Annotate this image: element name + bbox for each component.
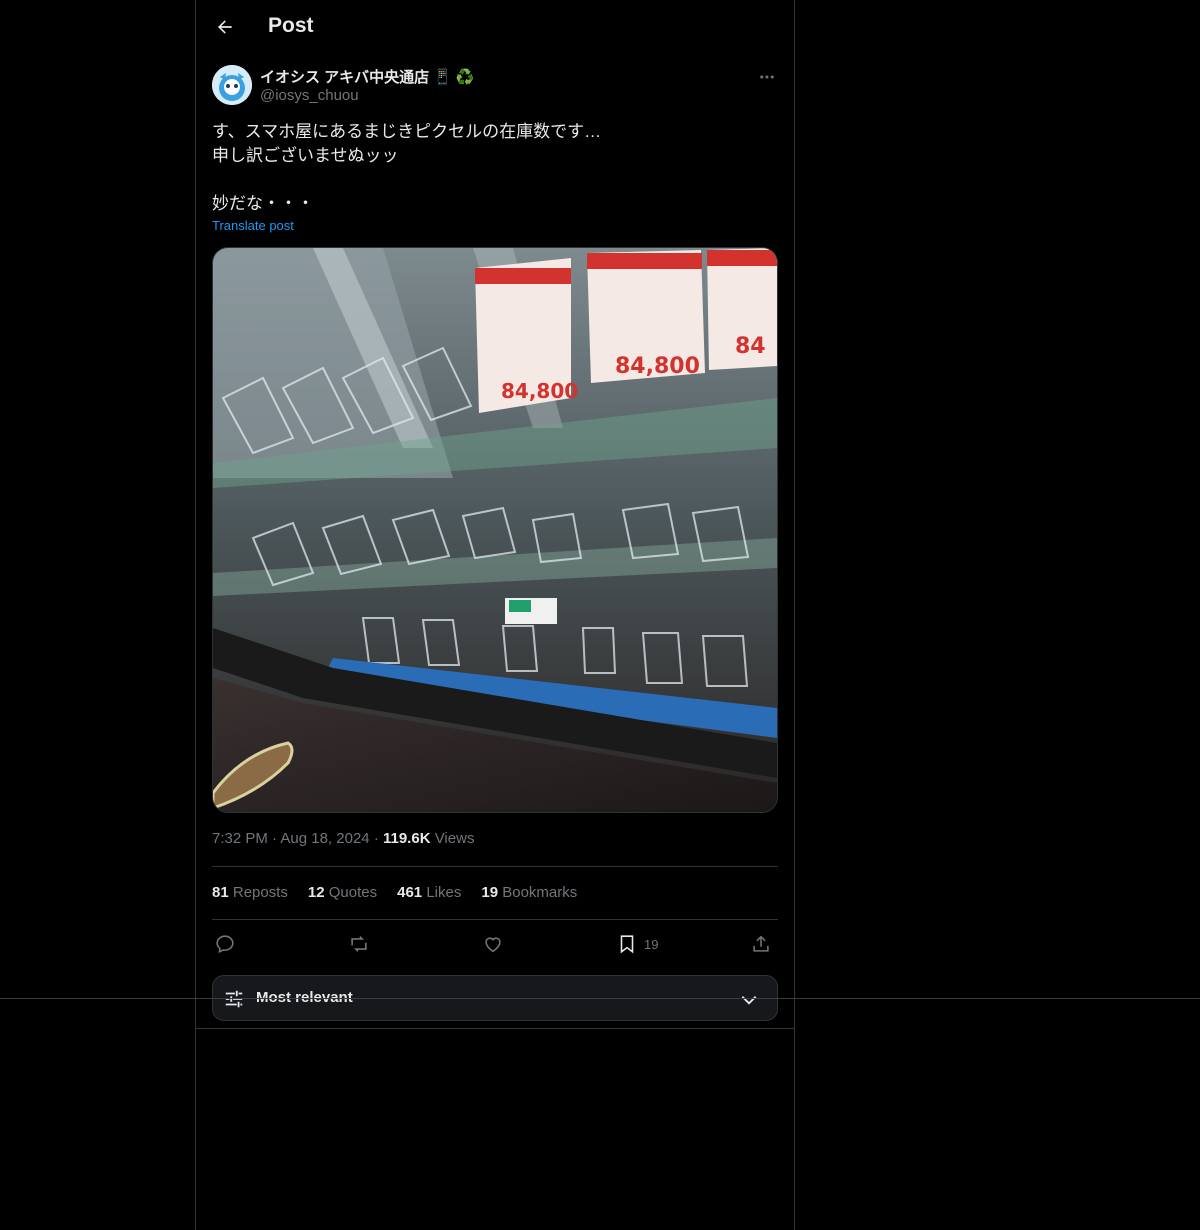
price-tag: 84,800	[475, 258, 578, 413]
price-tag: 84	[707, 248, 777, 370]
display-name[interactable]: イオシス アキバ中央通店 📱 ♻️	[260, 66, 475, 87]
repost-button[interactable]	[348, 930, 370, 958]
bookmark-count: 19	[644, 936, 659, 952]
overlay-guide-line	[0, 998, 1200, 999]
post-meta: 7:32 PM · Aug 18, 2024 · 119.6K Views	[212, 830, 474, 847]
post-actions: 19	[212, 930, 778, 958]
stat-label: Bookmarks	[502, 884, 578, 901]
repost-icon	[351, 936, 367, 952]
more-options-button[interactable]	[756, 66, 778, 88]
price-tag: 84,800	[587, 250, 705, 383]
like-button[interactable]	[482, 930, 504, 958]
divider	[196, 1028, 794, 1029]
photo-display-case-image: 84,800 84,800 84	[213, 248, 777, 812]
author-handle[interactable]: @iosys_chuou	[260, 87, 359, 104]
share-icon	[753, 935, 769, 952]
stat-label: Likes	[426, 884, 462, 901]
phone-emoji-icon: 📱	[433, 68, 452, 86]
avatar[interactable]	[212, 65, 252, 105]
recycle-emoji-icon: ♻️	[455, 68, 475, 86]
stat-label: Reposts	[232, 884, 288, 901]
sliders-icon	[225, 990, 243, 1008]
translate-post-link[interactable]: Translate post	[212, 218, 294, 233]
heart-icon	[485, 937, 501, 953]
bookmark-icon	[620, 935, 634, 954]
stat-label: Quotes	[328, 884, 378, 901]
back-button[interactable]	[210, 12, 240, 42]
bookmark-button[interactable]: 19	[616, 930, 658, 958]
stat-count: 12	[307, 884, 325, 901]
post-text: す、スマホ屋にあるまじきピクセルの在庫数です… 申し訳ございませぬッッ 妙だな・…	[212, 120, 778, 216]
top-bar: Post	[196, 0, 794, 54]
post-date[interactable]: Aug 18, 2024	[280, 830, 369, 847]
post-text-line: 妙だな・・・	[212, 194, 314, 213]
divider	[212, 919, 778, 920]
svg-text:84,800: 84,800	[501, 379, 578, 403]
svg-text:84,800: 84,800	[615, 354, 700, 379]
share-button[interactable]	[750, 930, 772, 958]
back-arrow-icon	[218, 20, 232, 34]
post-photo[interactable]: 84,800 84,800 84	[212, 247, 778, 813]
post-text-line	[212, 168, 778, 192]
meta-separator: ·	[272, 830, 278, 847]
meta-separator: ·	[373, 830, 379, 847]
divider	[212, 866, 778, 867]
post-text-line: す、スマホ屋にあるまじきピクセルの在庫数です…	[212, 122, 602, 141]
stat-count: 19	[481, 884, 499, 901]
views-count: 119.6K	[382, 830, 431, 847]
post-author: イオシス アキバ中央通店 📱 ♻️ @iosys_chuou	[212, 64, 778, 108]
stat-bookmarks[interactable]: 19 Bookmarks	[481, 884, 577, 901]
post-column: Post イオシス アキバ中央通店 📱 ♻️ @iosys_chuou す、スマ…	[195, 0, 795, 1230]
stat-likes[interactable]: 461 Likes	[397, 884, 461, 901]
chevron-down-icon	[741, 996, 757, 1005]
stat-count: 81	[212, 884, 229, 901]
svg-text:84: 84	[735, 334, 766, 359]
reply-icon	[216, 935, 234, 954]
stat-count: 461	[397, 884, 423, 901]
reply-button[interactable]	[214, 930, 236, 958]
stat-reposts[interactable]: 81 Reposts	[212, 884, 288, 901]
stat-quotes[interactable]: 12 Quotes	[308, 884, 377, 901]
post-time[interactable]: 7:32 PM	[212, 830, 268, 847]
more-dots-icon	[760, 75, 774, 79]
display-name-text: イオシス アキバ中央通店	[260, 69, 430, 86]
post-stats: 81 Reposts 12 Quotes 461 Likes 19 Bookma…	[212, 884, 577, 901]
views-label: Views	[434, 830, 475, 847]
page-title: Post	[268, 14, 314, 37]
post-text-line: 申し訳ございませぬッッ	[212, 146, 399, 165]
